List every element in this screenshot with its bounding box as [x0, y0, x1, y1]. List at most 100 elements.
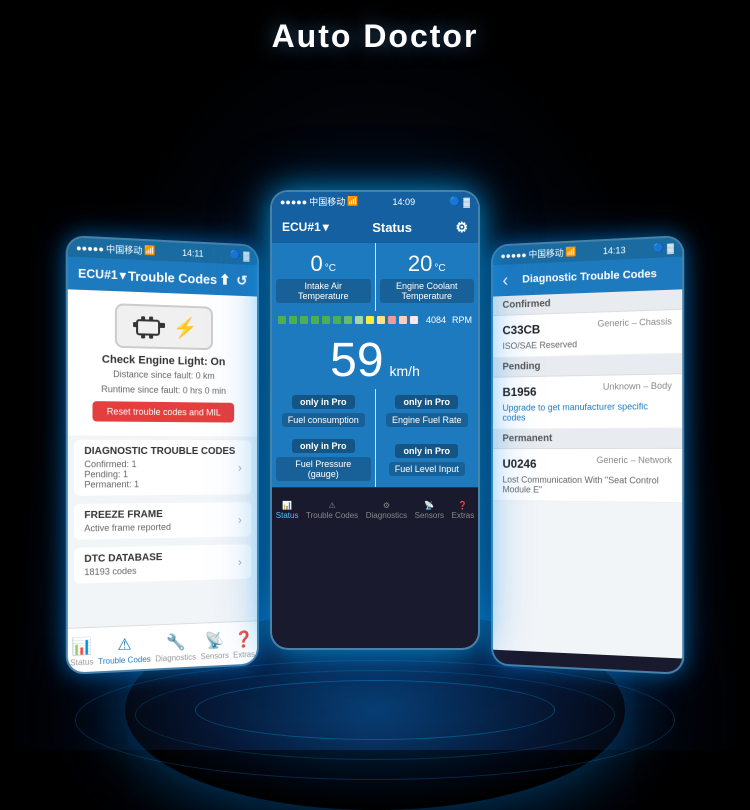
seg-3: [300, 316, 308, 324]
diagnostics-icon-left: 🔧: [166, 632, 186, 653]
seg-10: [377, 316, 385, 324]
app-title: Auto Doctor: [0, 18, 750, 55]
speed-unit: km/h: [390, 363, 420, 379]
rpm-unit: RPM: [452, 315, 472, 325]
wifi-icon-center: 📶: [347, 196, 358, 207]
seg-2: [289, 316, 297, 324]
sensor-grid: 0 °C Intake Air Temperature 20 °C Engine…: [272, 243, 478, 311]
tab-diag-center[interactable]: ⚙ Diagnostics: [366, 501, 407, 520]
tab-extras-label-left: Extras: [233, 649, 255, 659]
nav-bar-center: ECU#1 ▾ Status ⚙: [272, 211, 478, 243]
seg-9: [366, 316, 374, 324]
engine-icon-wrapper: ⚡: [115, 303, 213, 350]
tab-status-label-left: Status: [70, 657, 93, 667]
pro-badge-fuel-level: only in Pro: [395, 444, 458, 458]
dtc-chevron: ›: [238, 461, 242, 475]
distance-fault: Distance since fault: 0 km: [113, 368, 215, 382]
dtc-upgrade-b1956: Upgrade to get manufacturer specific cod…: [502, 401, 671, 423]
dtc-row-b1956: B1956 Unknown – Body Upgrade to get manu…: [493, 374, 682, 429]
nav-title-right: Diagnostic Trouble Codes: [508, 267, 672, 286]
share-icon-left[interactable]: ⬆: [219, 271, 230, 288]
status-icon-left: 📊: [72, 636, 92, 657]
extras-tab-icon-center: ❓: [458, 501, 468, 510]
phone-left: ●●●●● 中国移动 📶 14:11 🔵 ▓ ECU#1 ▾ Trouble C…: [66, 235, 259, 675]
carrier-name-left: 中国移动: [106, 242, 142, 257]
phones-container: ●●●●● 中国移动 📶 14:11 🔵 ▓ ECU#1 ▾ Trouble C…: [0, 210, 750, 670]
runtime-fault: Runtime since fault: 0 hrs 0 min: [101, 383, 226, 398]
lightning-overlay: ⚡: [173, 315, 197, 341]
diag-tab-label-center: Diagnostics: [366, 511, 407, 520]
freeze-frame-card[interactable]: FREEZE FRAME Active frame reported ›: [74, 502, 251, 540]
ecu-selector-left[interactable]: ECU#1 ▾: [78, 266, 126, 282]
status-tab-icon-center: 📊: [282, 501, 292, 510]
engine-svg: [131, 312, 169, 341]
sensors-tab-icon-center: 📡: [424, 501, 434, 510]
dtc-code-u0246: U0246: [502, 457, 536, 471]
engine-icon-area: ⚡ Check Engine Light: On Distance since …: [68, 289, 257, 436]
pro-label-fuel-rate: Engine Fuel Rate: [386, 413, 468, 427]
dtc-db-chevron: ›: [238, 555, 242, 569]
ecu-label-left: ECU#1: [78, 266, 118, 282]
wifi-icon-left: 📶: [144, 245, 155, 257]
tab-status-left[interactable]: 📊 Status: [70, 635, 93, 667]
dtc-section-label: DIAGNOSTIC TROUBLE CODES: [84, 446, 235, 457]
pro-grid-2: only in Pro Fuel Pressure (gauge) only i…: [272, 433, 478, 487]
sensors-tab-label-center: Sensors: [415, 511, 444, 520]
dtc-code-c33cb: C33CB: [502, 322, 540, 337]
dtc-section-card[interactable]: DIAGNOSTIC TROUBLE CODES Confirmed: 1 Pe…: [74, 440, 251, 496]
dtc-row-u0246: U0246 Generic – Network Lost Communicati…: [493, 449, 682, 503]
tab-status-center[interactable]: 📊 Status: [276, 501, 299, 520]
battery-icon-right: ▓: [667, 242, 674, 253]
diag-tab-icon-center: ⚙: [383, 501, 390, 510]
dtc-desc-u0246: Lost Communication With "Seat Control Mo…: [502, 475, 671, 496]
ect-unit: °C: [434, 263, 445, 274]
seg-8: [355, 316, 363, 324]
tab-sensors-center[interactable]: 📡 Sensors: [415, 501, 444, 520]
pro-badge-fuel-consumption: only in Pro: [292, 395, 355, 409]
ect-label: Engine Coolant Temperature: [380, 279, 475, 303]
tab-diag-label-left: Diagnostics: [155, 652, 196, 663]
trouble-tab-icon-center: ⚠: [329, 501, 336, 510]
tab-extras-center[interactable]: ❓ Extras: [452, 501, 475, 520]
pro-cell-fuel-pressure: only in Pro Fuel Pressure (gauge): [272, 433, 375, 487]
ect-value: 20: [408, 251, 432, 277]
dtc-db-label: DTC DATABASE: [84, 552, 162, 565]
ecu-selector-center[interactable]: ECU#1 ▾: [282, 220, 329, 234]
time-right: 14:13: [603, 245, 626, 256]
settings-icon-center[interactable]: ⚙: [455, 219, 468, 236]
bluetooth-icon-right: 🔵: [653, 242, 664, 254]
check-engine-title: Check Engine Light: On: [102, 354, 225, 369]
tab-diagnostics-left[interactable]: 🔧 Diagnostics: [155, 631, 196, 663]
permanent-header: Permanent: [493, 428, 682, 449]
carrier-name-center: 中国移动: [309, 195, 345, 208]
dtc-row-c33cb: C33CB Generic – Chassis ISO/SAE Reserved: [493, 310, 682, 358]
seg-12: [399, 316, 407, 324]
time-left: 14:11: [182, 247, 203, 258]
dtc-db-sub: 18193 codes: [84, 565, 162, 577]
pro-label-fuel-pressure: Fuel Pressure (gauge): [276, 457, 371, 481]
tab-sensors-label-left: Sensors: [200, 651, 228, 661]
pro-cell-fuel-level: only in Pro Fuel Level Input: [376, 433, 479, 487]
trouble-icon-left: ⚠: [117, 634, 131, 655]
tab-trouble-center[interactable]: ⚠ Trouble Codes: [306, 501, 358, 520]
reset-button[interactable]: Reset trouble codes and MIL: [92, 401, 234, 422]
seg-5: [322, 316, 330, 324]
tab-extras-left[interactable]: ❓ Extras: [233, 629, 255, 659]
seg-13: [410, 316, 418, 324]
pro-grid-1: only in Pro Fuel consumption only in Pro…: [272, 389, 478, 433]
pro-cell-fuel-rate: only in Pro Engine Fuel Rate: [376, 389, 479, 433]
iat-label: Intake Air Temperature: [276, 279, 371, 303]
pro-label-fuel-consumption: Fuel consumption: [282, 413, 365, 427]
center-tab-bar: 📊 Status ⚠ Trouble Codes ⚙ Diagnostics 📡…: [272, 487, 478, 531]
wifi-icon-right: 📶: [565, 246, 576, 257]
tab-trouble-codes-left[interactable]: ⚠ Trouble Codes: [98, 633, 151, 666]
dtc-db-card[interactable]: DTC DATABASE 18193 codes ›: [74, 544, 251, 584]
left-phone-content: ⚡ Check Engine Light: On Distance since …: [68, 289, 257, 658]
freeze-frame-label: FREEZE FRAME: [84, 509, 171, 521]
refresh-icon-left[interactable]: ↺: [236, 272, 247, 289]
battery-icon-center: ▓: [463, 197, 470, 207]
sensor-cell-ect: 20 °C Engine Coolant Temperature: [376, 243, 479, 311]
carrier-name-right: 中国移动: [529, 246, 564, 261]
tab-sensors-left[interactable]: 📡 Sensors: [200, 630, 228, 661]
extras-tab-label-center: Extras: [452, 511, 475, 520]
